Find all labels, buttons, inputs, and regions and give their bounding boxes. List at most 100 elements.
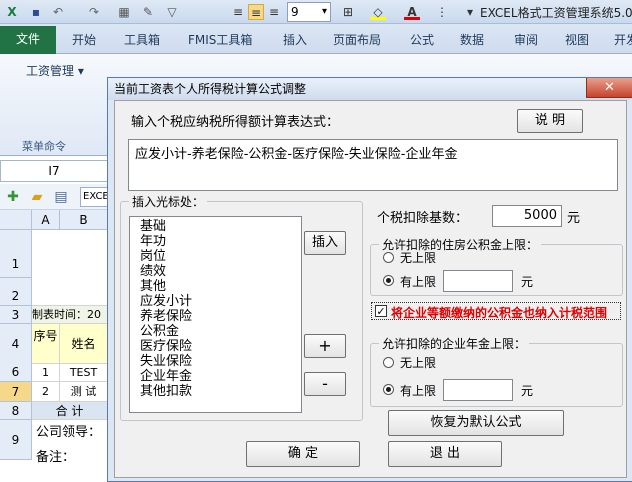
tab-data[interactable]: 数据 — [460, 31, 484, 48]
include-enterprise-checkbox[interactable]: ✓ — [375, 305, 387, 317]
cell-row7-seq[interactable]: 2 — [32, 382, 60, 402]
tab-toolbox[interactable]: 工具箱 — [124, 31, 160, 48]
tab-insert[interactable]: 插入 — [283, 31, 307, 48]
annuity-limit-radio[interactable] — [383, 384, 394, 395]
list-item[interactable]: 医疗保险 — [140, 339, 301, 354]
ribbon-tabs: 文件 开始 工具箱 FMIS工具箱 插入 页面布局 公式 数据 审阅 视图 开发 — [0, 24, 632, 54]
tab-formulas[interactable]: 公式 — [410, 31, 434, 48]
spreadsheet-grid: A B 1 2 3 4 5 6 7 8 9 制表时间：20 序号 姓名 1 TE… — [0, 210, 108, 482]
list-item[interactable]: 基础 — [140, 219, 301, 234]
align-left-icon[interactable]: ≡ — [230, 4, 246, 20]
select-all-corner[interactable] — [0, 210, 32, 230]
housing-limit-unit: 元 — [521, 275, 534, 289]
customize-icon[interactable]: ▾ — [462, 4, 478, 20]
filter-icon[interactable]: ▽ — [164, 4, 180, 20]
tab-view[interactable]: 视图 — [565, 31, 589, 48]
salary-management-label: 工资管理 — [26, 64, 75, 78]
cell-blank[interactable] — [32, 230, 108, 306]
explain-button[interactable]: 说 明 — [517, 109, 583, 133]
brush-icon[interactable]: ✎ — [140, 4, 156, 20]
list-item[interactable]: 其他 — [140, 279, 301, 294]
cell-seq-header[interactable]: 序号 — [32, 324, 60, 364]
tab-review[interactable]: 审阅 — [514, 31, 538, 48]
tab-fmis-toolbox[interactable]: FMIS工具箱 — [188, 31, 252, 48]
housing-no-limit-label: 无上限 — [400, 251, 437, 265]
housing-no-limit-radio[interactable] — [383, 252, 394, 263]
calendar-icon[interactable]: ▦ — [116, 4, 132, 20]
row-header-2[interactable]: 2 — [0, 278, 32, 306]
row-header-7[interactable]: 7 — [0, 382, 32, 402]
row-header-1[interactable]: 1 — [0, 230, 32, 278]
cell-row6-seq[interactable]: 1 — [32, 364, 60, 382]
tab-page-layout[interactable]: 页面布局 — [333, 31, 381, 48]
font-color-icon[interactable]: A — [404, 4, 420, 20]
column-header-a[interactable]: A — [32, 210, 60, 230]
row-header-9[interactable]: 9 — [0, 420, 32, 460]
include-enterprise-fund[interactable]: ✓ 将企业等额缴纳的公积金也纳入计税范围 — [371, 302, 621, 320]
annuity-limit-input[interactable] — [443, 379, 513, 401]
annuity-legend: 允许扣除的企业年金上限： — [379, 335, 530, 352]
list-item[interactable]: 养老保险 — [140, 309, 301, 324]
tab-developer[interactable]: 开发 — [614, 31, 632, 48]
cell-row7-name[interactable]: 测 试 — [60, 382, 108, 402]
list-item[interactable]: 应发小计 — [140, 294, 301, 309]
dialog-client: 输入个税应纳税所得额计算表达式： 说 明 应发小计-养老保险-公积金-医疗保险-… — [114, 100, 627, 478]
folder-icon[interactable]: ▰ — [28, 188, 46, 206]
tab-file[interactable]: 文件 — [0, 26, 56, 54]
housing-limit-radio[interactable] — [383, 275, 394, 286]
redo-icon[interactable]: ↷ — [86, 4, 102, 20]
restore-default-button[interactable]: 恢复为默认公式 — [388, 410, 564, 436]
close-button[interactable]: ✕ — [586, 78, 632, 98]
font-size-select[interactable]: 9 — [287, 2, 331, 22]
cell-name-header[interactable]: 姓名 — [60, 324, 108, 364]
save-icon[interactable]: ▪ — [28, 4, 44, 20]
fill-color-icon[interactable]: ◇ — [370, 4, 386, 20]
list-item[interactable]: 年功 — [140, 234, 301, 249]
cell-total[interactable]: 合 计 — [32, 402, 108, 420]
secondary-toolbar: ✚ ▰ ▤ EXCE — [0, 184, 108, 210]
minus-button[interactable]: - — [304, 372, 346, 396]
list-item[interactable]: 岗位 — [140, 249, 301, 264]
tab-home[interactable]: 开始 — [72, 31, 96, 48]
insert-button[interactable]: 插入 — [304, 231, 346, 255]
salary-management-menu[interactable]: 工资管理 ▾ — [26, 62, 84, 79]
more-icon[interactable]: ⋮ — [434, 4, 450, 20]
list-item[interactable]: 企业年金 — [140, 369, 301, 384]
expression-input[interactable]: 应发小计-养老保险-公积金-医疗保险-失业保险-企业年金 — [128, 139, 618, 191]
ok-button[interactable]: 确 定 — [246, 441, 360, 467]
cell-table-time[interactable]: 制表时间：20 — [32, 306, 108, 324]
row-header-6[interactable]: 6 — [0, 362, 32, 382]
column-header-b[interactable]: B — [60, 210, 108, 230]
expression-prompt: 输入个税应纳税所得额计算表达式： — [131, 115, 340, 130]
include-enterprise-label: 将企业等额缴纳的公积金也纳入计税范围 — [391, 306, 608, 320]
housing-fund-group: 允许扣除的住房公积金上限： 无上限 有上限 元 — [370, 236, 623, 296]
row-header-8[interactable]: 8 — [0, 402, 32, 420]
list-item[interactable]: 其他扣款 — [140, 384, 301, 399]
border-icon[interactable]: ⊞ — [340, 4, 356, 20]
name-box[interactable]: I7 — [0, 160, 108, 182]
ribbon-group-label: 菜单命令 — [22, 140, 66, 153]
align-right-icon[interactable]: ≡ — [266, 4, 282, 20]
row-header-4[interactable]: 4 — [0, 324, 32, 364]
doc-tab[interactable]: EXCE — [80, 187, 108, 207]
housing-limit-input[interactable] — [443, 270, 513, 292]
align-center-icon[interactable]: ≡ — [248, 4, 264, 20]
undo-icon[interactable]: ↶ — [50, 4, 66, 20]
annuity-limit-label: 有上限 — [400, 384, 437, 398]
print-icon[interactable]: ▤ — [52, 188, 70, 206]
field-listbox[interactable]: 基础 年功 岗位 绩效 其他 应发小计 养老保险 公积金 医疗保险 失业保险 企… — [129, 216, 302, 413]
add-icon[interactable]: ✚ — [4, 188, 22, 206]
cell-row6-name[interactable]: TEST — [60, 364, 108, 382]
list-item[interactable]: 失业保险 — [140, 354, 301, 369]
list-item[interactable]: 绩效 — [140, 264, 301, 279]
cell-company-leader[interactable]: 公司领导： — [32, 420, 108, 446]
cell-remarks[interactable]: 备注： — [32, 446, 108, 470]
row-header-3[interactable]: 3 — [0, 306, 32, 324]
list-item[interactable]: 公积金 — [140, 324, 301, 339]
close-icon: ✕ — [604, 80, 615, 95]
annuity-no-limit-radio[interactable] — [383, 357, 394, 368]
plus-button[interactable]: + — [304, 334, 346, 358]
exit-button[interactable]: 退 出 — [388, 441, 502, 467]
deduction-base-input[interactable]: 5000 — [492, 205, 562, 227]
annuity-limit-unit: 元 — [521, 384, 534, 398]
